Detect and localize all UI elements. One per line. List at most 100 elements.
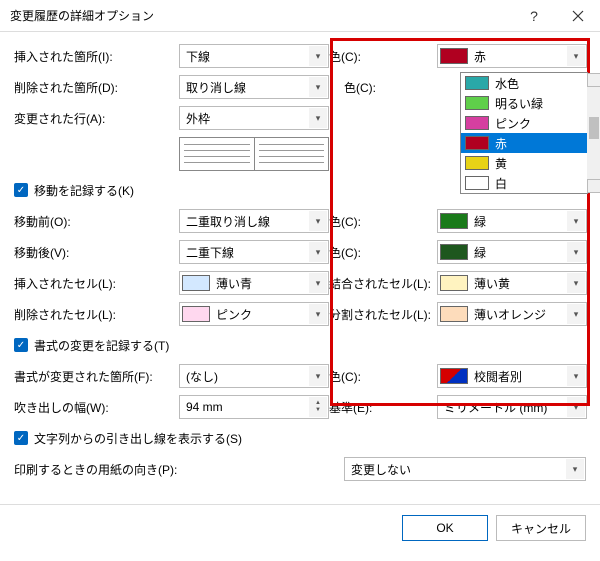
color-label-5: 色(C): bbox=[329, 368, 437, 385]
chevron-down-icon: ▾ bbox=[567, 273, 585, 293]
window-title: 変更履歴の詳細オプション bbox=[10, 7, 512, 24]
track-moves-checkbox[interactable]: ✓ bbox=[14, 183, 28, 197]
dropdown-item[interactable]: 黄 bbox=[461, 153, 587, 173]
chevron-down-icon: ▾ bbox=[567, 366, 585, 386]
deleted-location-combo[interactable]: 取り消し線 ▾ bbox=[179, 75, 329, 99]
inserted-location-combo[interactable]: 下線 ▾ bbox=[179, 44, 329, 68]
move-after-combo[interactable]: 二重下線 ▾ bbox=[179, 240, 329, 264]
inserted-cell-combo[interactable]: 薄い青 ▾ bbox=[179, 271, 329, 295]
chevron-down-icon: ▾ bbox=[566, 459, 584, 479]
chevron-down-icon: ▾ bbox=[309, 46, 327, 66]
split-cell-swatch bbox=[440, 306, 468, 322]
dropdown-item[interactable]: 水色 bbox=[461, 73, 587, 93]
color-swatch-3 bbox=[440, 213, 468, 229]
close-button[interactable] bbox=[556, 0, 600, 32]
color-value-1: 赤 bbox=[474, 48, 486, 65]
ok-button[interactable]: OK bbox=[402, 515, 488, 541]
merged-cell-label: 結合されたセル(L): bbox=[329, 275, 437, 292]
color-combo-3[interactable]: 緑 ▾ bbox=[437, 209, 587, 233]
chevron-down-icon: ▾ bbox=[567, 46, 585, 66]
chevron-down-icon: ▾ bbox=[309, 211, 327, 231]
dropdown-item-label: ピンク bbox=[495, 115, 531, 132]
move-before-label: 移動前(O): bbox=[14, 213, 179, 230]
color-combo-5[interactable]: 校閲者別 ▾ bbox=[437, 364, 587, 388]
color-combo-4[interactable]: 緑 ▾ bbox=[437, 240, 587, 264]
inserted-location-value: 下線 bbox=[186, 48, 210, 65]
color-swatch-icon bbox=[465, 136, 489, 150]
color-swatch-4 bbox=[440, 244, 468, 260]
color-swatch-icon bbox=[465, 76, 489, 90]
changed-line-value: 外枠 bbox=[186, 110, 210, 127]
format-changed-combo[interactable]: (なし) ▾ bbox=[179, 364, 329, 388]
cancel-button[interactable]: キャンセル bbox=[496, 515, 586, 541]
color-swatch-1 bbox=[440, 48, 468, 64]
changed-line-combo[interactable]: 外枠 ▾ bbox=[179, 106, 329, 130]
dropdown-item-label: 白 bbox=[495, 175, 507, 192]
move-before-value: 二重取り消し線 bbox=[186, 213, 270, 230]
dropdown-item[interactable]: 白 bbox=[461, 173, 587, 193]
paper-orient-value: 変更しない bbox=[351, 461, 411, 478]
scroll-up-icon[interactable]: ▴ bbox=[587, 73, 600, 87]
dropdown-item-label: 赤 bbox=[495, 135, 507, 152]
measure-label: 基準(E): bbox=[329, 399, 437, 416]
color-label-2: 色(C): bbox=[344, 79, 452, 96]
measure-combo[interactable]: ミリメートル (mm) ▾ bbox=[437, 395, 587, 419]
deleted-cell-value: ピンク bbox=[216, 306, 252, 323]
move-before-combo[interactable]: 二重取り消し線 ▾ bbox=[179, 209, 329, 233]
scrollbar[interactable]: ▴ ▾ bbox=[587, 73, 600, 193]
deleted-cell-combo[interactable]: ピンク ▾ bbox=[179, 302, 329, 326]
merged-cell-swatch bbox=[440, 275, 468, 291]
chevron-down-icon: ▾ bbox=[567, 242, 585, 262]
color-value-4: 緑 bbox=[474, 244, 486, 261]
help-button[interactable]: ? bbox=[512, 0, 556, 32]
chevron-down-icon: ▾ bbox=[309, 77, 327, 97]
format-changed-value: (なし) bbox=[186, 368, 218, 385]
inserted-location-label: 挿入された箇所(I): bbox=[14, 48, 179, 65]
color-swatch-icon bbox=[465, 96, 489, 110]
chevron-down-icon: ▾ bbox=[567, 304, 585, 324]
chevron-down-icon: ▾ bbox=[567, 397, 585, 417]
color-value-3: 緑 bbox=[474, 213, 486, 230]
chevron-down-icon: ▾ bbox=[309, 366, 327, 386]
chevron-down-icon: ▾ bbox=[567, 211, 585, 231]
deleted-cell-label: 削除されたセル(L): bbox=[14, 306, 179, 323]
scroll-down-icon[interactable]: ▾ bbox=[587, 179, 600, 193]
changed-line-label: 変更された行(A): bbox=[14, 110, 179, 127]
balloon-width-label: 吹き出しの幅(W): bbox=[14, 399, 179, 416]
dropdown-item-label: 明るい緑 bbox=[495, 95, 543, 112]
chevron-down-icon: ▾ bbox=[309, 108, 327, 128]
split-cell-combo[interactable]: 薄いオレンジ ▾ bbox=[437, 302, 587, 326]
color-combo-1[interactable]: 赤 ▾ bbox=[437, 44, 587, 68]
merged-cell-combo[interactable]: 薄い黄 ▾ bbox=[437, 271, 587, 295]
color-label-4: 色(C): bbox=[329, 244, 437, 261]
spinner-icon: ▲▼ bbox=[309, 397, 327, 417]
balloon-width-input[interactable]: 94 mm ▲▼ bbox=[179, 395, 329, 419]
deleted-location-value: 取り消し線 bbox=[186, 79, 246, 96]
color-swatch-5 bbox=[440, 368, 468, 384]
close-icon bbox=[572, 10, 584, 22]
color-swatch-icon bbox=[465, 156, 489, 170]
merged-cell-value: 薄い黄 bbox=[474, 275, 510, 292]
format-changed-label: 書式が変更された箇所(F): bbox=[14, 368, 179, 385]
move-after-label: 移動後(V): bbox=[14, 244, 179, 261]
inserted-cell-swatch bbox=[182, 275, 210, 291]
color-label-3: 色(C): bbox=[329, 213, 437, 230]
chevron-down-icon: ▾ bbox=[309, 242, 327, 262]
split-cell-label: 分割されたセル(L): bbox=[329, 306, 437, 323]
dropdown-item[interactable]: 明るい緑 bbox=[461, 93, 587, 113]
scrollbar-thumb[interactable] bbox=[589, 117, 599, 139]
color-swatch-icon bbox=[465, 176, 489, 190]
show-leader-checkbox[interactable]: ✓ bbox=[14, 431, 28, 445]
color-dropdown-list[interactable]: ▴ ▾ 水色明るい緑ピンク赤黄白 bbox=[460, 72, 588, 194]
dropdown-item[interactable]: ピンク bbox=[461, 113, 587, 133]
move-after-value: 二重下線 bbox=[186, 244, 234, 261]
deleted-location-label: 削除された箇所(D): bbox=[14, 79, 179, 96]
paper-orient-combo[interactable]: 変更しない ▾ bbox=[344, 457, 586, 481]
track-moves-label: 移動を記録する(K) bbox=[34, 182, 134, 199]
dropdown-item[interactable]: 赤 bbox=[461, 133, 587, 153]
track-format-checkbox[interactable]: ✓ bbox=[14, 338, 28, 352]
changed-line-preview bbox=[179, 137, 329, 171]
color-swatch-icon bbox=[465, 116, 489, 130]
track-format-label: 書式の変更を記録する(T) bbox=[34, 337, 169, 354]
chevron-down-icon: ▾ bbox=[309, 304, 327, 324]
